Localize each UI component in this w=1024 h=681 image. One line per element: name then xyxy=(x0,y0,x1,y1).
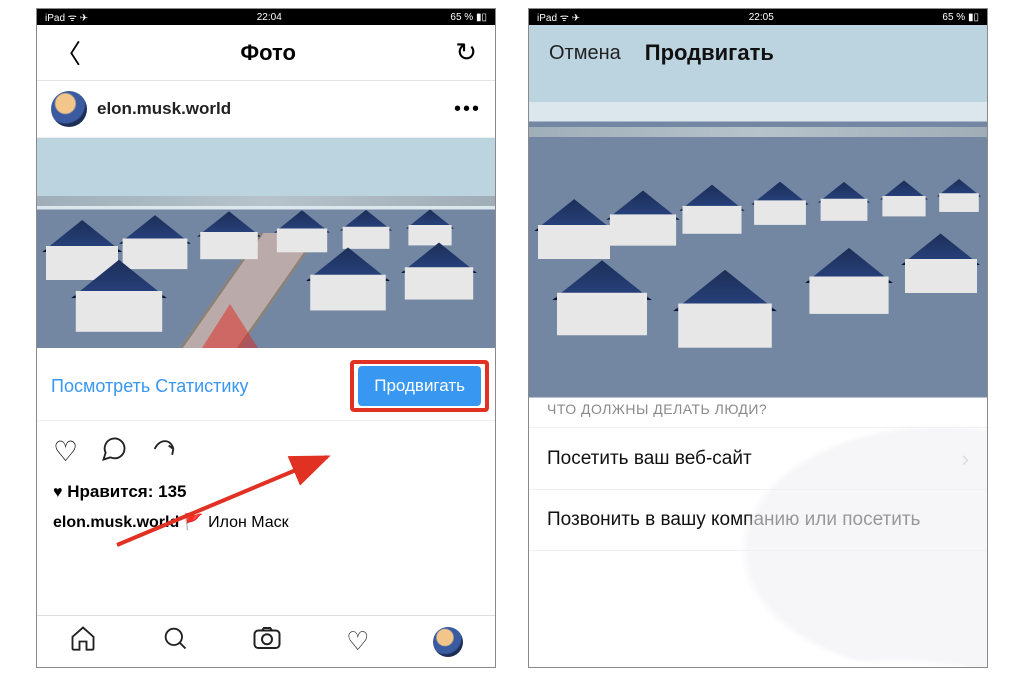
actions-row: ♡ xyxy=(37,421,495,478)
caption-text: Илон Маск xyxy=(208,514,289,531)
tab-search-icon[interactable] xyxy=(161,624,189,659)
tab-bar: ♡ xyxy=(37,615,495,667)
likes-row[interactable]: ♥ Нравится: 135 xyxy=(37,478,495,506)
like-icon[interactable]: ♡ xyxy=(53,435,78,470)
chevron-right-icon: › xyxy=(962,446,969,472)
heart-icon: ♥ xyxy=(53,484,63,501)
flag-icon: 🚩 xyxy=(184,514,208,531)
caption-username[interactable]: elon.musk.world xyxy=(53,514,179,531)
tab-camera-icon[interactable] xyxy=(252,623,282,660)
phone-left: iPad ᯤ ✈︎ 22:04 65 % ▮▯ 〈 Фото ↻ elon.mu… xyxy=(36,8,496,668)
avatar[interactable] xyxy=(51,91,87,127)
status-time: 22:04 xyxy=(257,12,282,23)
preview-image xyxy=(529,81,987,367)
refresh-icon[interactable]: ↻ xyxy=(455,37,477,68)
caption: elon.musk.world 🚩 Илон Маск xyxy=(37,506,495,532)
more-icon[interactable]: ••• xyxy=(454,98,481,121)
tab-profile-icon[interactable] xyxy=(433,627,463,657)
page-title: Продвигать xyxy=(645,40,774,66)
user-row[interactable]: elon.musk.world xyxy=(51,91,231,127)
cancel-button[interactable]: Отмена xyxy=(549,42,621,65)
section-header: ЧТО ДОЛЖНЫ ДЕЛАТЬ ЛЮДИ? xyxy=(529,379,987,425)
share-icon[interactable] xyxy=(150,435,178,470)
option-visit-website[interactable]: Посетить ваш веб-сайт › xyxy=(529,427,987,489)
post-image[interactable] xyxy=(37,138,495,348)
status-bar: iPad ᯤ ✈︎ 22:05 65 % ▮▯ xyxy=(529,9,987,25)
tab-activity-icon[interactable]: ♡ xyxy=(346,626,369,657)
option-label: Посетить ваш веб-сайт xyxy=(547,448,752,470)
status-left: iPad ᯤ ✈︎ xyxy=(537,10,580,24)
status-left: iPad ᯤ ✈︎ xyxy=(45,10,88,24)
comment-icon[interactable] xyxy=(100,435,128,470)
tab-home-icon[interactable] xyxy=(69,624,97,659)
navbar: 〈 Фото ↻ xyxy=(37,25,495,81)
view-stats-link[interactable]: Посмотреть Статистику xyxy=(51,376,249,397)
screen-photo: 〈 Фото ↻ elon.musk.world ••• xyxy=(37,25,495,667)
post-header: elon.musk.world ••• xyxy=(37,81,495,138)
option-label: Позвонить в вашу компанию или посетить xyxy=(547,509,920,531)
status-bar: iPad ᯤ ✈︎ 22:04 65 % ▮▯ xyxy=(37,9,495,25)
back-icon[interactable]: 〈 xyxy=(55,34,81,71)
promote-row: Посмотреть Статистику Продвигать xyxy=(37,348,495,421)
navbar: Отмена Продвигать xyxy=(529,25,987,81)
status-right: 65 % ▮▯ xyxy=(450,12,487,23)
status-right: 65 % ▮▯ xyxy=(942,12,979,23)
page-title: Фото xyxy=(240,40,296,66)
likes-label: Нравится: 135 xyxy=(67,482,186,501)
username[interactable]: elon.musk.world xyxy=(97,99,231,119)
promote-button[interactable]: Продвигать xyxy=(358,366,481,406)
status-time: 22:05 xyxy=(749,12,774,23)
screen-promote: Отмена Продвигать ЧТО ДОЛЖНЫ ДЕЛАТЬ ЛЮДИ… xyxy=(529,25,987,667)
option-call-company[interactable]: Позвонить в вашу компанию или посетить xyxy=(529,489,987,551)
phone-right: iPad ᯤ ✈︎ 22:05 65 % ▮▯ Отмена Продвигат… xyxy=(528,8,988,668)
